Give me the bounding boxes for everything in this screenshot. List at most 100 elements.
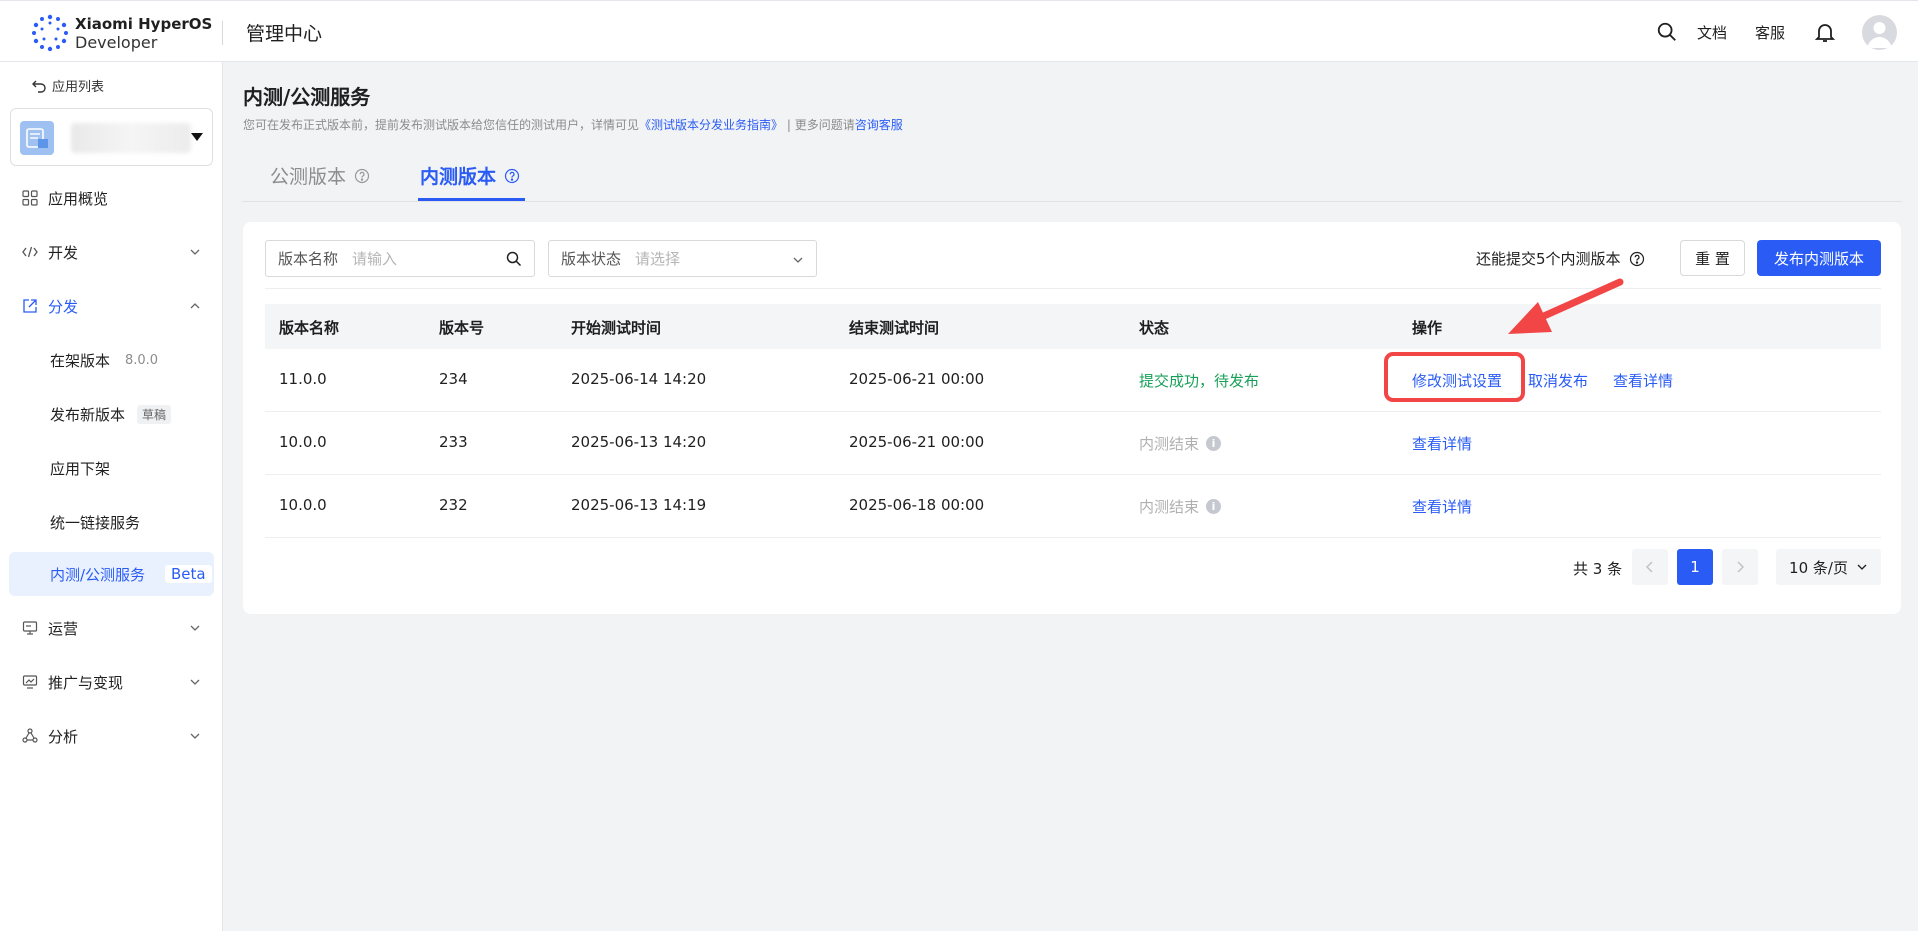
draft-badge: 草稿	[137, 404, 172, 424]
sidebar-subitem-new-release[interactable]: 发布新版本 草稿	[0, 392, 223, 436]
caret-down-icon	[191, 133, 203, 141]
sidebar-label: 推广与变现	[48, 673, 124, 692]
beta-badge: Beta	[165, 565, 212, 583]
view-details-link[interactable]: 查看详情	[1613, 370, 1673, 391]
sidebar-label: 应用概览	[48, 189, 109, 208]
column-header: 结束测试时间	[849, 319, 940, 337]
next-page-button[interactable]	[1722, 549, 1758, 585]
network-icon	[22, 728, 38, 743]
chevron-down-icon	[190, 249, 200, 255]
page-header-title[interactable]: 管理中心	[246, 19, 322, 46]
status-text: 内测结束	[1139, 498, 1200, 516]
sidebar-item-operations[interactable]: 运营	[0, 606, 223, 650]
prev-page-button[interactable]	[1632, 549, 1668, 585]
chevron-right-icon	[1737, 561, 1744, 573]
page-size-select[interactable]: 10 条/页	[1776, 549, 1881, 585]
brand-subtitle: Developer	[75, 33, 158, 52]
bell-icon[interactable]	[1813, 20, 1837, 44]
customer-service-link[interactable]: 客服	[1755, 22, 1785, 43]
sidebar-subitem-live-version[interactable]: 在架版本 8.0.0	[0, 338, 223, 382]
start-time-cell: 2025-06-14 14:20	[571, 370, 707, 388]
page-description: 您可在发布正式版本前，提前发布测试版本给您信任的测试用户，详情可见《测试版本分发…	[243, 116, 903, 133]
page-title: 内测/公测服务	[243, 85, 371, 109]
status-cell: 提交成功，待发布	[1139, 372, 1260, 390]
top-bar: Xiaomi HyperOS Developer 管理中心 文档 客服	[0, 0, 1918, 62]
table-header: 版本名称 版本号 开始测试时间 结束测试时间 状态 操作	[265, 304, 1881, 349]
help-circle-icon[interactable]	[354, 168, 370, 184]
pagination-total: 共 3 条	[1573, 560, 1623, 578]
status-select-value[interactable]: 请选择	[635, 248, 680, 269]
version-name-cell: 10.0.0	[279, 433, 327, 451]
grid-icon	[22, 190, 38, 206]
cancel-publish-link[interactable]: 取消发布	[1528, 370, 1588, 391]
chart-monitor-icon	[22, 675, 38, 689]
hyperos-logo	[32, 14, 68, 52]
publish-internal-version-button[interactable]: 发布内测版本	[1757, 240, 1881, 276]
search-input[interactable]: 请输入	[352, 248, 397, 269]
version-code-cell: 234	[439, 370, 468, 388]
table-row: 11.0.0 234 2025-06-14 14:20 2025-06-21 0…	[265, 349, 1881, 412]
help-circle-icon[interactable]	[1629, 251, 1645, 267]
version-name-search[interactable]: 版本名称 请输入	[265, 240, 535, 277]
avatar[interactable]	[1862, 15, 1897, 50]
back-label: 应用列表	[52, 80, 105, 95]
sidebar-subitem-unpublish[interactable]: 应用下架	[0, 446, 223, 490]
sidebar-item-develop[interactable]: 开发	[0, 230, 223, 274]
chevron-left-icon	[1646, 561, 1653, 573]
end-time-cell: 2025-06-18 00:00	[849, 496, 985, 514]
version-status-select[interactable]: 版本状态 请选择	[548, 240, 817, 277]
app-selector[interactable]	[10, 108, 213, 166]
app-icon	[20, 121, 54, 155]
consult-service-link[interactable]: 咨询客服	[855, 118, 903, 132]
sidebar: 应用列表 应用概览 开发 分发 在架版本 8.0.0 发布新版本 草稿 应用下架…	[0, 62, 223, 931]
header-divider	[222, 21, 223, 45]
info-icon[interactable]: i	[1206, 436, 1222, 451]
sidebar-subitem-unified-link[interactable]: 统一链接服务	[0, 500, 223, 544]
help-circle-icon[interactable]	[504, 168, 520, 184]
app-document-icon	[26, 128, 48, 148]
field-label: 版本名称	[278, 250, 339, 268]
search-icon[interactable]	[506, 251, 522, 267]
annotation-highlight-box	[1384, 352, 1525, 402]
chevron-down-icon	[793, 257, 803, 263]
status-text: 内测结束	[1139, 435, 1200, 453]
version-code-cell: 232	[439, 496, 468, 514]
user-icon	[1867, 22, 1892, 48]
sidebar-subitem-beta-testing[interactable]: 内测/公测服务 Beta	[9, 552, 214, 596]
brand-name: Xiaomi HyperOS	[75, 15, 213, 33]
column-header: 版本名称	[279, 319, 340, 337]
sidebar-sublabel: 统一链接服务	[50, 513, 141, 532]
sidebar-item-overview[interactable]: 应用概览	[0, 176, 223, 220]
column-header: 开始测试时间	[571, 319, 662, 337]
tab-internal-beta[interactable]: 内测版本	[420, 162, 520, 189]
column-header: 操作	[1412, 319, 1443, 337]
view-details-link[interactable]: 查看详情	[1412, 433, 1472, 454]
sidebar-label: 运营	[48, 619, 79, 638]
sidebar-sublabel: 内测/公测服务	[50, 565, 146, 584]
toolbar-divider	[265, 288, 1881, 289]
sidebar-item-analytics[interactable]: 分析	[0, 714, 223, 758]
share-icon	[23, 299, 37, 313]
description-text-more: | 更多问题请	[783, 118, 855, 132]
view-details-link[interactable]: 查看详情	[1412, 496, 1472, 517]
reset-button[interactable]: 重 置	[1680, 240, 1745, 276]
search-icon[interactable]	[1656, 21, 1678, 43]
end-time-cell: 2025-06-21 00:00	[849, 433, 985, 451]
sidebar-item-promotion[interactable]: 推广与变现	[0, 660, 223, 704]
start-time-cell: 2025-06-13 14:19	[571, 496, 707, 514]
quota-text: 还能提交5个内测版本	[1476, 250, 1621, 268]
sidebar-label: 分析	[48, 727, 79, 746]
field-label: 版本状态	[561, 250, 622, 268]
version-list-card: 版本名称 请输入 版本状态 请选择 还能提交5个内测版本 重 置 发布内测版本 …	[243, 222, 1901, 614]
back-to-app-list[interactable]: 应用列表	[32, 76, 104, 95]
docs-link[interactable]: 文档	[1697, 22, 1727, 43]
version-tabs: 公测版本 内测版本	[242, 150, 1902, 202]
status-cell: 内测结束 i	[1139, 433, 1222, 454]
tab-public-beta[interactable]: 公测版本	[270, 162, 370, 189]
info-icon[interactable]: i	[1206, 499, 1222, 514]
guide-link[interactable]: 《测试版本分发业务指南》	[639, 118, 783, 132]
sidebar-item-distribution[interactable]: 分发	[0, 284, 223, 328]
back-arrow-icon	[32, 80, 46, 93]
page-button-current[interactable]: 1	[1677, 549, 1713, 585]
chevron-down-icon	[1857, 564, 1867, 570]
